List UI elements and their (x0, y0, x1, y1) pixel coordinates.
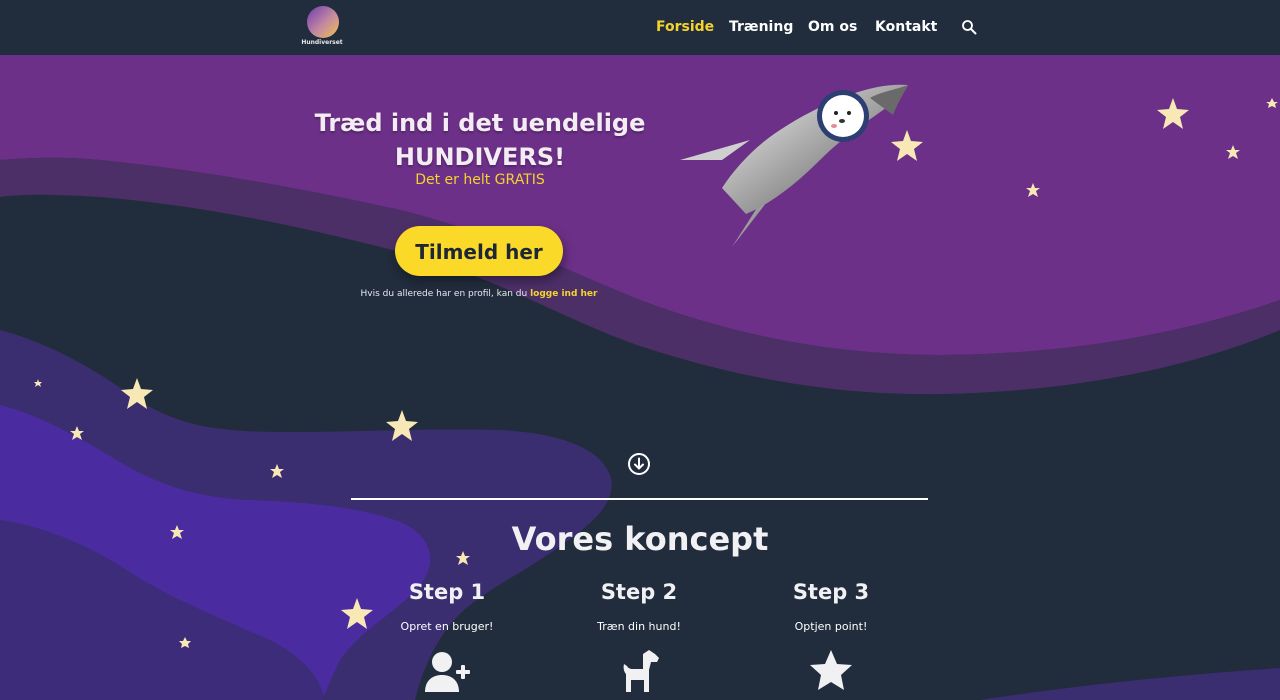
step-3: Step 3 Optjen point! (731, 580, 931, 690)
dog-icon (623, 650, 659, 692)
step-title: Step 3 (792, 580, 870, 604)
step-title: Step 2 (600, 580, 678, 604)
signup-button[interactable]: Tilmeld her (395, 226, 563, 276)
login-note: Hvis du allerede har en profil, kan du l… (300, 289, 658, 299)
nav-item-forside[interactable]: Forside (656, 19, 714, 35)
user-plus-icon (425, 652, 470, 692)
step-2: Step 2 Træn din hund! (539, 580, 739, 692)
logo-text: Hundiverset (301, 39, 343, 46)
hero-subtitle: Det er helt GRATIS (415, 172, 545, 188)
step-text: Opret en bruger! (400, 620, 494, 633)
step-title: Step 1 (408, 580, 486, 604)
login-link[interactable]: logge ind her (530, 289, 597, 299)
hero-title-line1: Træd ind i det uendelige (314, 109, 646, 137)
nav-item-kontakt[interactable]: Kontakt (875, 19, 937, 35)
star-icon (810, 650, 852, 690)
nav-item-om-os[interactable]: Om os (808, 19, 857, 35)
search-icon[interactable] (961, 19, 977, 35)
step-text: Træn din hund! (597, 620, 681, 633)
nav-item-traening[interactable]: Træning (729, 19, 793, 35)
step-text: Optjen point! (794, 620, 868, 633)
arrow-down-circle-icon[interactable] (627, 452, 651, 476)
hero-title-line2: HUNDIVERS! (394, 143, 566, 171)
site-header: Hundiverset Forside Træning Om os Kontak… (0, 0, 1280, 55)
login-note-text: Hvis du allerede har en profil, kan du (360, 289, 531, 299)
logo-dog-icon (307, 6, 339, 38)
site-logo[interactable]: Hundiverset (300, 6, 344, 48)
section-divider (351, 498, 928, 500)
concept-title: Vores koncept (511, 520, 769, 558)
hero-title: Træd ind i det uendelige HUNDIVERS! (290, 106, 670, 174)
step-1: Step 1 Opret en bruger! (347, 580, 547, 692)
